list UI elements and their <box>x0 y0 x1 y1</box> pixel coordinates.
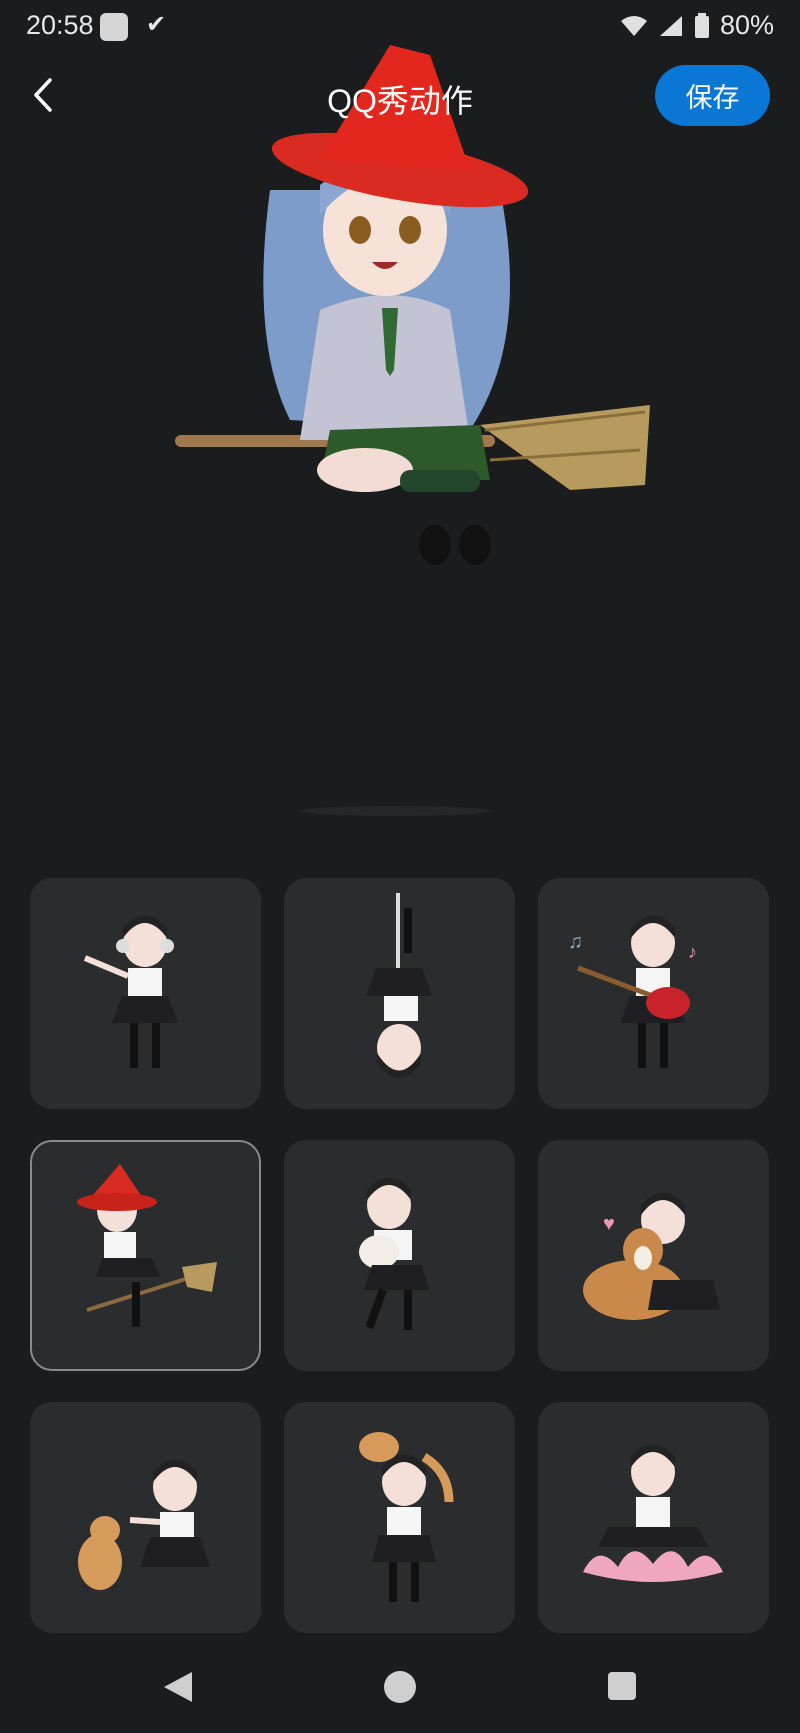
status-time: 20:58 <box>26 10 94 40</box>
action-tile-hug-dog[interactable]: ♥ <box>538 1140 769 1371</box>
action-tile-guitar[interactable]: ♫ ♪ <box>538 878 769 1109</box>
save-button[interactable]: 保存 <box>655 65 770 126</box>
nav-recents-icon[interactable] <box>607 1671 637 1701</box>
download-done-icon: ✔ <box>146 11 167 38</box>
action-tile-high-five-cat[interactable] <box>30 1402 261 1633</box>
guitar-thumbnail: ♫ ♪ <box>568 915 697 1068</box>
action-tile-pole-upside-down[interactable] <box>284 878 515 1109</box>
svg-text:♪: ♪ <box>688 942 697 962</box>
svg-text:♥: ♥ <box>603 1213 615 1235</box>
dance-headphones-thumbnail <box>83 915 178 1068</box>
witch-broom-thumbnail <box>77 1164 217 1327</box>
battery-percent: 80% <box>719 10 774 40</box>
avatar-preview <box>175 45 650 565</box>
battery-icon <box>694 12 709 38</box>
svg-text:♫: ♫ <box>568 931 583 953</box>
high-five-cat-thumbnail <box>78 1459 210 1590</box>
system-nav-bar <box>0 1640 800 1733</box>
hug-dog-thumbnail: ♥ <box>583 1192 720 1320</box>
cell-signal-icon <box>659 15 682 36</box>
action-tile-cat-on-shoulder[interactable] <box>284 1402 515 1633</box>
hold-puppy-thumbnail <box>359 1177 429 1330</box>
lotus-meditation-thumbnail <box>583 1444 723 1582</box>
action-tile-hold-puppy[interactable] <box>284 1140 515 1371</box>
action-tile-witch-broom[interactable] <box>30 1140 261 1371</box>
action-tile-lotus-meditation[interactable] <box>538 1402 769 1633</box>
cat-on-shoulder-thumbnail <box>359 1432 454 1602</box>
action-tile-dance-headphones[interactable] <box>30 878 261 1109</box>
wifi-icon <box>620 15 647 36</box>
pole-upside-down-thumbnail <box>366 893 432 1078</box>
preview-shadow <box>300 806 490 816</box>
notification-app-icon <box>100 13 128 41</box>
nav-back-icon[interactable] <box>162 1670 194 1704</box>
nav-home-icon[interactable] <box>383 1670 417 1704</box>
